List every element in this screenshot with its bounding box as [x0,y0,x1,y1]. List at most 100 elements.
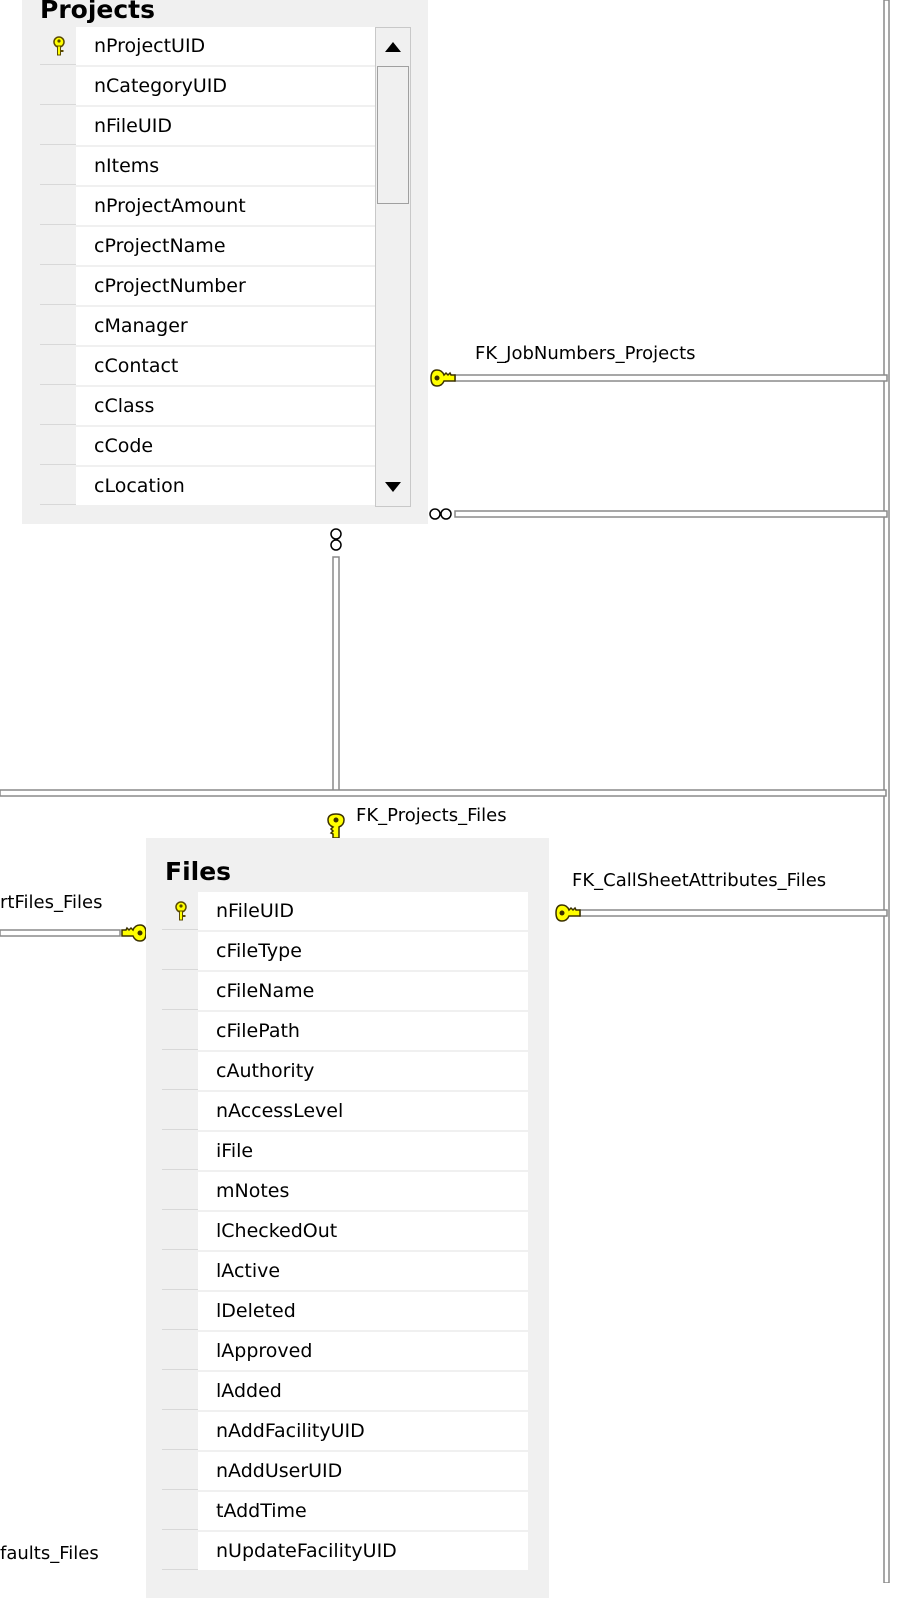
column-name: cProjectNumber [94,275,246,297]
column-name: nAddUserUID [216,1460,343,1482]
relationship-label[interactable]: FK_CallSheetAttributes_Files [572,870,826,892]
row-selector[interactable] [162,1332,198,1370]
column-row[interactable]: iFile [162,1132,528,1170]
row-selector[interactable] [40,107,76,145]
row-selector[interactable] [162,1372,198,1410]
key-end-icon [430,369,456,387]
column-row[interactable]: nAddUserUID [162,1452,528,1490]
row-selector[interactable] [162,932,198,970]
column-name: nUpdateFacilityUID [216,1540,397,1562]
row-selector[interactable] [40,387,76,425]
column-row[interactable]: nFileUID [40,107,390,145]
column-row[interactable]: mNotes [162,1172,528,1210]
row-selector[interactable] [162,1252,198,1290]
column-name: nFileUID [216,900,294,922]
infinity-end-icon [330,528,342,551]
row-selector[interactable] [162,1012,198,1050]
key-icon [50,36,68,56]
scroll-up-button[interactable] [376,28,410,66]
column-row[interactable]: nUpdateFacilityUID [162,1532,528,1570]
key-end-icon [555,904,581,922]
column-row[interactable]: cContact [40,347,390,385]
files-table[interactable]: Files nFileUID cFileType cFileName cFilePat… [146,838,549,1598]
column-row[interactable]: nProjectAmount [40,187,390,225]
column-name: cAuthority [216,1060,315,1082]
column-name: cClass [94,395,155,417]
row-selector[interactable] [162,1172,198,1210]
row-selector[interactable] [162,1452,198,1490]
key-icon [172,901,190,921]
column-row[interactable]: cFileName [162,972,528,1010]
relationship-label[interactable]: FK_Projects_Files [356,805,507,827]
relationship-line [454,374,888,382]
column-row[interactable]: lCheckedOut [162,1212,528,1250]
column-row[interactable]: cProjectNumber [40,267,390,305]
column-row[interactable]: cClass [40,387,390,425]
column-list: nFileUID cFileType cFileName cFilePath cAuth… [162,892,528,1572]
row-selector[interactable] [40,187,76,225]
row-selector[interactable] [40,147,76,185]
column-row[interactable]: nFileUID [162,892,528,930]
row-selector[interactable] [162,1292,198,1330]
scroll-thumb[interactable] [377,66,409,204]
column-row[interactable]: lDeleted [162,1292,528,1330]
row-selector[interactable] [40,267,76,305]
column-row[interactable]: nCategoryUID [40,67,390,105]
column-name: cManager [94,315,188,337]
column-row[interactable]: cFileType [162,932,528,970]
column-name: cFileType [216,940,302,962]
relationship-label[interactable]: rtFiles_Files [0,892,102,914]
row-selector[interactable] [162,1412,198,1450]
column-name: lApproved [216,1340,313,1362]
row-selector[interactable] [162,1492,198,1530]
key-end-icon [327,813,345,839]
relationship-line [579,909,888,917]
column-list: nProjectUID nCategoryUID nFileUID nItems nPr… [40,27,390,507]
relationship-label[interactable]: FK_JobNumbers_Projects [475,343,696,365]
relationship-label[interactable]: faults_Files [0,1543,99,1565]
column-row[interactable]: cFilePath [162,1012,528,1050]
column-row[interactable]: cCode [40,427,390,465]
scroll-down-button[interactable] [376,468,410,506]
column-row[interactable]: cManager [40,307,390,345]
row-selector[interactable] [40,427,76,465]
column-name: cContact [94,355,179,377]
row-selector[interactable] [162,1052,198,1090]
column-name: nCategoryUID [94,75,227,97]
row-selector[interactable] [40,307,76,345]
row-selector[interactable] [40,67,76,105]
column-name: cLocation [94,475,185,497]
column-row[interactable]: cProjectName [40,227,390,265]
projects-table[interactable]: Projects nProjectUID nCategoryUID nFileUID… [22,0,428,524]
column-name: cFileName [216,980,315,1002]
column-name: nProjectUID [94,35,206,57]
row-selector[interactable] [40,347,76,385]
column-row[interactable]: cLocation [40,467,390,505]
column-row[interactable]: lAdded [162,1372,528,1410]
column-name: nFileUID [94,115,172,137]
row-selector[interactable] [162,1132,198,1170]
scrollbar[interactable] [375,27,411,507]
column-row[interactable]: cAuthority [162,1052,528,1090]
row-selector[interactable] [162,1212,198,1250]
row-selector[interactable] [40,227,76,265]
row-selector[interactable] [40,467,76,505]
column-row[interactable]: lApproved [162,1332,528,1370]
column-row[interactable]: lActive [162,1252,528,1290]
relationship-line [0,929,121,937]
up-arrow-icon [385,42,401,52]
table-title: Projects [40,0,156,24]
key-end-icon [121,924,147,942]
relationship-line [332,556,340,796]
column-row[interactable]: nAccessLevel [162,1092,528,1130]
row-selector[interactable] [162,1092,198,1130]
column-name: nProjectAmount [94,195,246,217]
column-row[interactable]: nProjectUID [40,27,390,65]
row-selector[interactable] [162,972,198,1010]
column-row[interactable]: tAddTime [162,1492,528,1530]
column-name: tAddTime [216,1500,307,1522]
column-row[interactable]: nItems [40,147,390,185]
column-name: cCode [94,435,154,457]
row-selector[interactable] [162,1532,198,1570]
column-row[interactable]: nAddFacilityUID [162,1412,528,1450]
